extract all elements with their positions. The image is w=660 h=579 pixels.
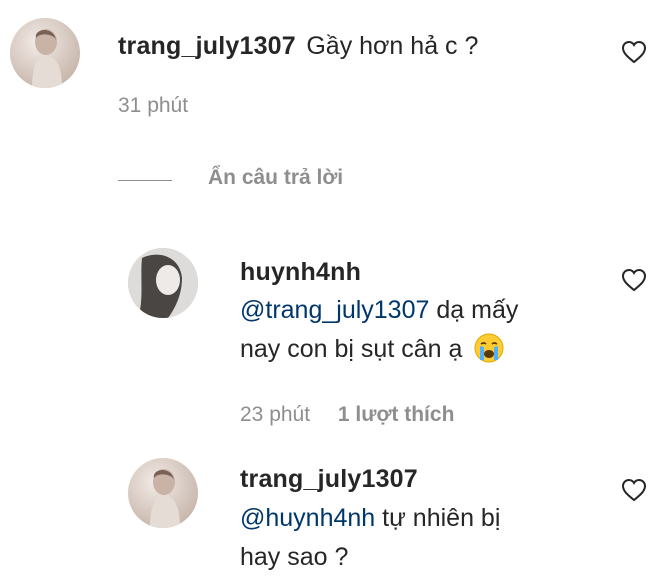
reply-text: tự nhiên bị [382,504,501,532]
reply-username[interactable]: trang_july1307 [240,465,418,494]
reply-text: nay con bị sụt cân ạ [240,335,463,363]
profile-photo [150,469,180,528]
mention-link[interactable]: @trang_july1307 [240,296,429,324]
reply-time: 23 phút [240,403,311,426]
crying-face-emoji [474,333,504,363]
heart-icon[interactable] [621,40,647,64]
reply-text: dạ mấy [436,296,519,324]
heart-icon[interactable] [621,478,647,502]
likes-count[interactable]: 1 lượt thích [338,403,454,426]
comment-time: 31 phút [118,94,189,117]
comment-text: Gầy hơn hả c ? [306,32,479,60]
heart-icon[interactable] [621,268,647,292]
avatar[interactable] [128,458,198,528]
hide-replies-button[interactable]: Ẩn câu trả lời [208,166,343,190]
mention-link[interactable]: @huynh4nh [240,504,375,532]
avatar[interactable] [128,248,198,318]
profile-photo [128,248,198,318]
reply-username[interactable]: huynh4nh [240,258,361,287]
avatar[interactable] [10,18,80,88]
comment-username[interactable]: trang_july1307 [118,32,296,60]
profile-photo [32,29,62,88]
divider [118,180,172,181]
reply-text: hay sao ? [240,543,349,571]
